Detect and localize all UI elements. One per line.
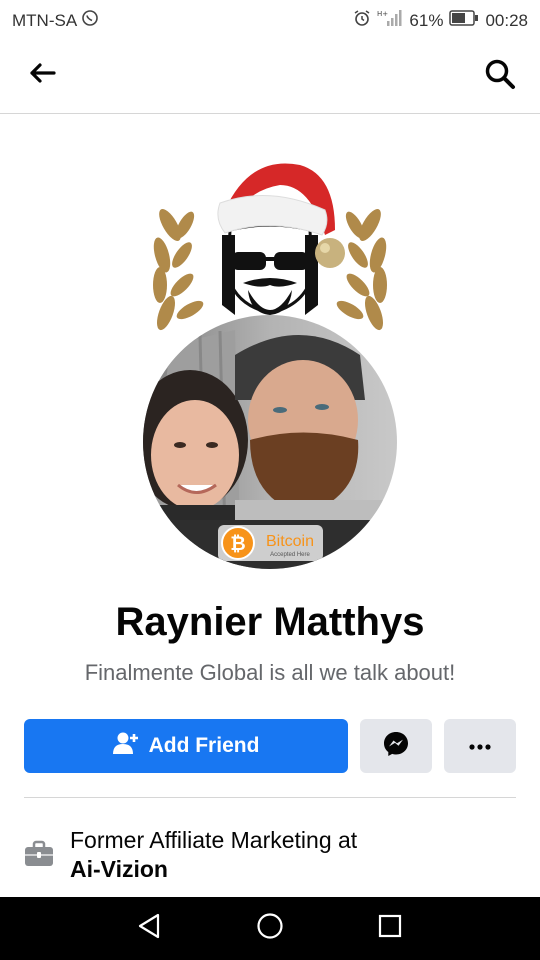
add-friend-label: Add Friend (148, 734, 260, 757)
more-dots-icon (469, 737, 491, 755)
more-options-button[interactable] (444, 719, 516, 773)
bearded-logo-icon (222, 223, 318, 315)
status-right: H+ 61% 00:28 (353, 9, 528, 32)
system-back-button[interactable] (132, 911, 166, 945)
svg-text:₿: ₿ (230, 533, 245, 555)
profile-name: Raynier Matthys (115, 600, 425, 644)
system-navigation-bar (0, 897, 540, 960)
work-title: Former Affiliate Marketing at (70, 827, 358, 853)
system-home-button[interactable] (253, 911, 287, 945)
square-recents-icon (378, 914, 402, 943)
system-recents-button[interactable] (373, 911, 407, 945)
bitcoin-badge-subtext: Accepted Here (270, 552, 310, 558)
top-navigation (0, 38, 540, 114)
profile-bio: Finalmente Global is all we talk about! (84, 660, 456, 685)
status-bar: MTN-SA H+ 61% 00:28 (0, 0, 540, 38)
circle-home-icon (256, 912, 284, 945)
section-divider (24, 797, 516, 798)
back-arrow-icon (28, 62, 56, 89)
profile-picture-frame[interactable]: ₿ Bitcoin Accepted Here (140, 155, 400, 575)
alarm-icon (353, 9, 371, 32)
laurel-left-icon (153, 209, 204, 331)
laurel-right-icon (336, 209, 387, 331)
triangle-back-icon (137, 913, 161, 944)
svg-text:H+: H+ (377, 10, 388, 18)
work-text: Former Affiliate Marketing at Ai-Vizion (70, 826, 357, 884)
battery-percent: 61% (409, 10, 444, 30)
briefcase-icon (24, 840, 54, 868)
bitcoin-badge-label: Bitcoin (266, 533, 314, 550)
message-button[interactable] (360, 719, 432, 773)
clock-time: 00:28 (485, 10, 528, 30)
status-left: MTN-SA (12, 9, 99, 32)
work-info-row: Former Affiliate Marketing at Ai-Vizion (24, 826, 524, 886)
add-friend-icon (112, 731, 139, 761)
messenger-icon (383, 731, 409, 762)
back-button[interactable] (22, 58, 62, 92)
signal-icon: H+ (377, 9, 403, 32)
carrier-label: MTN-SA (12, 10, 78, 30)
work-company-link[interactable]: Ai-Vizion (70, 856, 168, 882)
battery-icon (449, 10, 479, 31)
search-button[interactable] (480, 56, 520, 96)
whatsapp-icon (81, 9, 99, 32)
search-icon (484, 58, 516, 95)
add-friend-button[interactable]: Add Friend (24, 719, 348, 773)
